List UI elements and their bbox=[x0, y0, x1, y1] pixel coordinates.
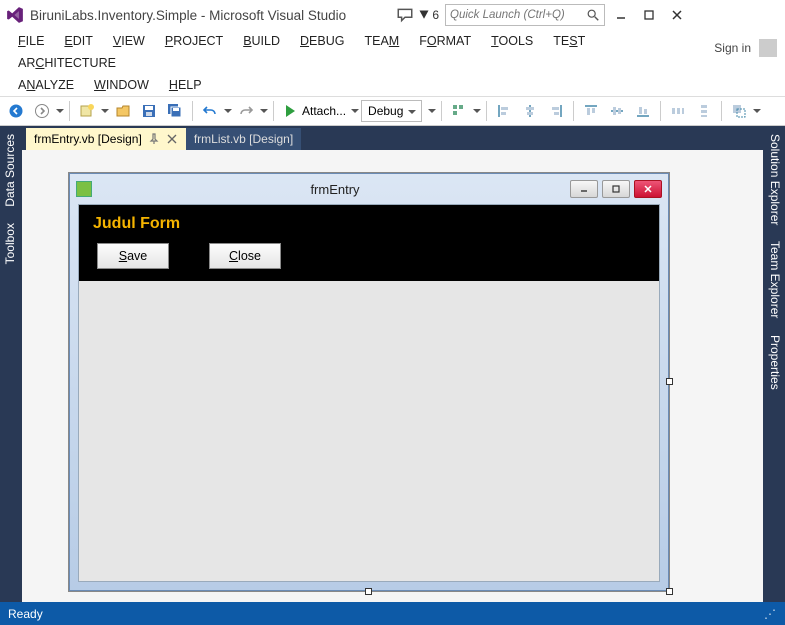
open-file-button[interactable] bbox=[111, 99, 135, 123]
menu-team[interactable]: TEAM bbox=[354, 30, 409, 52]
menu-help[interactable]: HELP bbox=[159, 74, 212, 96]
menu-edit[interactable]: EDIT bbox=[54, 30, 102, 52]
new-project-button[interactable] bbox=[75, 99, 99, 123]
menu-debug[interactable]: DEBUG bbox=[290, 30, 354, 52]
redo-dropdown[interactable] bbox=[260, 109, 268, 117]
align-to-grid-button[interactable] bbox=[447, 99, 471, 123]
undo-dropdown[interactable] bbox=[224, 109, 232, 117]
form-minimize-button[interactable] bbox=[570, 180, 598, 198]
tab-frmlist-design[interactable]: frmList.vb [Design] bbox=[186, 128, 301, 150]
form-header-label: Judul Form bbox=[93, 215, 645, 233]
solution-config-dropdown[interactable]: Debug bbox=[361, 100, 422, 122]
form-save-button[interactable]: Save bbox=[97, 243, 169, 269]
send-to-back-button[interactable] bbox=[727, 99, 751, 123]
menu-test[interactable]: TEST bbox=[543, 30, 595, 52]
resize-handle-south[interactable] bbox=[365, 588, 372, 595]
menu-analyze[interactable]: ANALYZE bbox=[8, 74, 84, 96]
notifications-button[interactable]: 6 bbox=[418, 8, 439, 22]
menu-format[interactable]: FORMAT bbox=[409, 30, 481, 52]
data-sources-tab[interactable]: Data Sources bbox=[0, 126, 22, 215]
save-all-button[interactable] bbox=[163, 99, 187, 123]
menu-project[interactable]: PROJECT bbox=[155, 30, 233, 52]
search-icon bbox=[586, 8, 600, 22]
notif-count: 6 bbox=[432, 8, 439, 22]
align-top-button[interactable] bbox=[579, 99, 603, 123]
form-maximize-button[interactable] bbox=[602, 180, 630, 198]
design-canvas[interactable]: frmEntry Judul Form Save Close bbox=[22, 150, 763, 614]
nav-back-button[interactable] bbox=[4, 99, 28, 123]
menu-build[interactable]: BUILD bbox=[233, 30, 290, 52]
align-left-button[interactable] bbox=[492, 99, 516, 123]
pin-icon[interactable] bbox=[148, 133, 160, 145]
document-tabstrip: frmEntry.vb [Design] frmList.vb [Design] bbox=[22, 126, 785, 150]
close-tab-icon[interactable] bbox=[166, 133, 178, 145]
form-icon bbox=[76, 181, 92, 197]
menu-tools[interactable]: TOOLS bbox=[481, 30, 543, 52]
vspace-equal-button[interactable] bbox=[692, 99, 716, 123]
quick-launch-input[interactable] bbox=[450, 9, 584, 21]
attach-label: Attach... bbox=[302, 104, 346, 118]
tab-label: frmList.vb [Design] bbox=[194, 132, 293, 146]
form-designer-surface[interactable]: frmEntry Judul Form Save Close bbox=[68, 172, 670, 592]
align-dropdown[interactable] bbox=[473, 109, 481, 117]
status-bar: Ready ⋰ bbox=[0, 602, 785, 625]
start-debug-button[interactable]: Attach... bbox=[279, 99, 349, 123]
properties-tab[interactable]: Properties bbox=[763, 327, 785, 398]
window-close-button[interactable] bbox=[665, 5, 689, 25]
menu-file[interactable]: FILE bbox=[8, 30, 54, 52]
align-middle-button[interactable] bbox=[605, 99, 629, 123]
resize-grip-icon[interactable]: ⋰ bbox=[764, 607, 777, 621]
order-dropdown[interactable] bbox=[753, 109, 761, 117]
align-center-button[interactable] bbox=[518, 99, 542, 123]
toolbox-tab[interactable]: Toolbox bbox=[0, 215, 22, 272]
solution-platform-dropdown[interactable] bbox=[428, 109, 436, 117]
tab-frmentry-design[interactable]: frmEntry.vb [Design] bbox=[26, 128, 186, 150]
solution-explorer-tab[interactable]: Solution Explorer bbox=[763, 126, 785, 233]
menu-window[interactable]: WINDOW bbox=[84, 74, 159, 96]
align-right-button[interactable] bbox=[544, 99, 568, 123]
align-bottom-button[interactable] bbox=[631, 99, 655, 123]
start-debug-dropdown[interactable] bbox=[351, 109, 359, 117]
sign-in-link[interactable]: Sign in bbox=[714, 41, 751, 55]
window-minimize-button[interactable] bbox=[609, 5, 633, 25]
quick-launch-search[interactable] bbox=[445, 4, 605, 26]
new-project-dropdown[interactable] bbox=[101, 109, 109, 117]
avatar-icon[interactable] bbox=[759, 39, 777, 57]
vs-logo-icon bbox=[6, 6, 24, 24]
resize-handle-southeast[interactable] bbox=[666, 588, 673, 595]
form-header-panel[interactable]: Judul Form Save Close bbox=[79, 205, 659, 281]
menu-architecture[interactable]: ARCHITECTURE bbox=[8, 52, 126, 74]
redo-button[interactable] bbox=[234, 99, 258, 123]
status-text: Ready bbox=[8, 607, 43, 621]
save-button[interactable] bbox=[137, 99, 161, 123]
form-close-button[interactable] bbox=[634, 180, 662, 198]
window-title: BiruniLabs.Inventory.Simple - Microsoft … bbox=[30, 8, 346, 23]
window-maximize-button[interactable] bbox=[637, 5, 661, 25]
standard-toolbar: Attach... Debug bbox=[0, 96, 785, 126]
nav-forward-button[interactable] bbox=[30, 99, 54, 123]
form-close-button-inner[interactable]: Close bbox=[209, 243, 281, 269]
menu-view[interactable]: VIEW bbox=[103, 30, 155, 52]
feedback-icon[interactable] bbox=[396, 6, 414, 24]
undo-button[interactable] bbox=[198, 99, 222, 123]
resize-handle-east[interactable] bbox=[666, 378, 673, 385]
nav-history-dropdown[interactable] bbox=[56, 109, 64, 117]
tab-label: frmEntry.vb [Design] bbox=[34, 132, 142, 146]
hspace-equal-button[interactable] bbox=[666, 99, 690, 123]
team-explorer-tab[interactable]: Team Explorer bbox=[763, 233, 785, 326]
form-caption: frmEntry bbox=[100, 182, 570, 197]
